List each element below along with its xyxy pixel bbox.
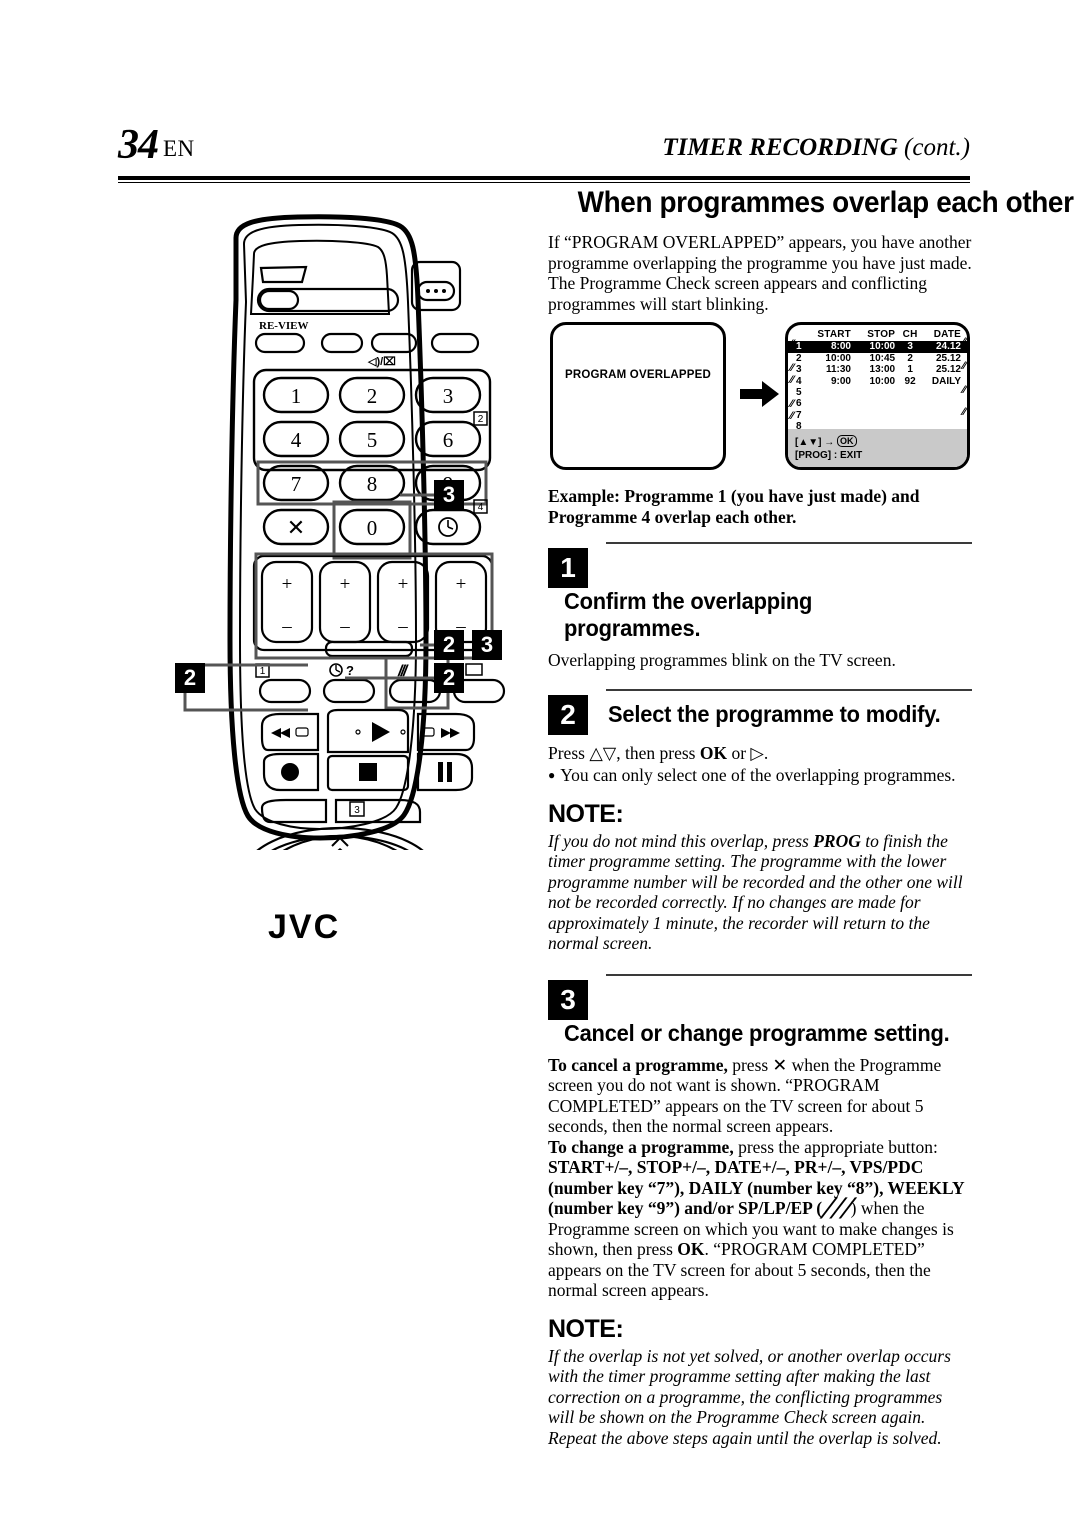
step-1-number: 1 — [548, 548, 588, 588]
content-column: When programmes overlap each other If “P… — [548, 186, 1074, 1449]
note-1-body: If you do not mind this overlap, press P… — [548, 830, 963, 954]
remote-prog-badge: 3 — [349, 801, 365, 817]
change-programme-lead: To change a programme, — [548, 1136, 734, 1157]
running-title: TIMER RECORDING (cont.) — [662, 134, 970, 161]
remote-key-2: 2 — [367, 384, 378, 408]
brand-logo: JVC — [268, 908, 341, 946]
record-icon — [281, 763, 299, 781]
remote-timer-help-label: ? — [329, 663, 354, 678]
svg-text:–: – — [339, 616, 350, 637]
tape-speed-icon: ╱╱╱ — [822, 1198, 852, 1218]
right-arrow-key-icon: ▷ — [750, 742, 764, 763]
header-rule-thin — [118, 182, 970, 183]
callout-2-dpad-right: 2 — [434, 663, 464, 693]
section-intro: If “PROGRAM OVERLAPPED” appears, you hav… — [548, 232, 972, 314]
remote-key-4: 4 — [291, 428, 302, 452]
running-title-cont: (cont.) — [904, 134, 970, 161]
svg-text:3: 3 — [354, 805, 360, 816]
stop-icon — [359, 763, 377, 781]
remote-review-label: RE-VIEW — [259, 320, 309, 332]
svg-text:1: 1 — [260, 666, 266, 677]
remote-key-0: 0 — [367, 516, 378, 540]
language-code: EN — [163, 136, 195, 161]
step-rule — [606, 688, 972, 691]
page-header: 34 EN TIMER RECORDING (cont.) — [118, 124, 970, 183]
overlapped-message: PROGRAM OVERLAPPED — [564, 369, 712, 381]
callout-3-numpad: 3 — [434, 480, 464, 510]
bullet-dot-icon: ● — [548, 768, 556, 782]
svg-text:+: + — [340, 574, 351, 595]
updown-arrows-icon: ▲▼ — [798, 437, 819, 448]
step-3-change-paragraph: To change a programme, press the appropr… — [548, 1136, 965, 1301]
step-2-title: Select the programme to modify. — [608, 701, 941, 727]
remote-key-3: 3 — [443, 384, 454, 408]
page-number: 34 EN — [118, 122, 195, 168]
step-1-title: Confirm the overlapping programmes. — [564, 588, 813, 641]
step-rule — [606, 542, 972, 544]
pause-icon — [438, 762, 443, 782]
svg-text:?: ? — [346, 663, 354, 678]
section-title: When programmes overlap each other — [577, 186, 1074, 219]
step-3-number: 3 — [548, 979, 588, 1020]
splpep-key-label: SP/LP/EP — [737, 1198, 812, 1218]
note-2-heading: NOTE: — [548, 1314, 624, 1343]
status-line-1: [▲▼] → OK — [795, 435, 967, 449]
tv-screen-diagram: PROGRAM OVERLAPPED START STOP CH DATE 1 … — [548, 322, 972, 474]
remote-key-1: 1 — [291, 384, 302, 408]
ok-key-label: OK — [677, 1239, 705, 1259]
step-2-number: 2 — [548, 694, 588, 735]
svg-text:2: 2 — [478, 414, 484, 425]
right-arrow-icon — [740, 380, 780, 408]
remote-key-8: 8 — [367, 472, 378, 496]
remote-key-5: 5 — [367, 428, 378, 452]
cancel-programme-lead: To cancel a programme, — [548, 1054, 728, 1075]
note-1-heading: NOTE: — [548, 799, 624, 828]
step-3-cancel-paragraph: To cancel a programme, press ✕ when the … — [548, 1054, 942, 1137]
step-2-bullet: ● You can only select one of the overlapp… — [548, 765, 956, 785]
manual-page: 34 EN TIMER RECORDING (cont.) RE-VIEW ◁)… — [0, 0, 1080, 1528]
svg-text:–: – — [397, 616, 408, 637]
tv-screen-overlapped: PROGRAM OVERLAPPED — [550, 322, 726, 470]
svg-text:4: 4 — [478, 502, 484, 513]
svg-text:+: + — [282, 574, 293, 595]
example-caption: Example: Programme 1 (you have just made… — [548, 486, 920, 527]
callout-2-prog: 2 — [434, 630, 464, 660]
step-1: 1 Confirm the overlapping programmes. Ov… — [548, 540, 972, 671]
step-2: 2 Select the programme to modify. Press … — [548, 687, 972, 786]
dpad-up-icon — [337, 848, 343, 850]
note-2-body: If the overlap is not yet solved, or ano… — [548, 1345, 951, 1448]
step-3-title: Cancel or change programme setting. — [564, 1019, 950, 1046]
remote-key-7: 7 — [291, 472, 302, 496]
svg-text:◁)/⌧: ◁)/⌧ — [367, 356, 396, 368]
remote-key-6: 6 — [443, 428, 454, 452]
step-rule — [606, 973, 972, 976]
svg-text:–: – — [281, 616, 292, 637]
callout-2-dpad-left: 2 — [175, 663, 205, 693]
step-1-text: Overlapping programmes blink on the TV s… — [548, 650, 896, 670]
updown-arrows-icon: △▽ — [589, 742, 617, 763]
note-2: NOTE: If the overlap is not yet solved, … — [548, 1315, 972, 1449]
svg-text:+: + — [456, 574, 467, 595]
step-2-text: Press △▽, then press OK or ▷. — [548, 742, 769, 763]
remote-key-cancel: ✕ — [287, 515, 305, 540]
header-rule-thick — [118, 176, 970, 180]
remote-control-illustration: RE-VIEW ◁)/⌧ 1 2 3 4 5 6 7 8 ✕ 0 2 4 + –… — [150, 210, 530, 946]
note-1: NOTE: If you do not mind this overlap, p… — [548, 800, 972, 954]
play-icon — [372, 722, 390, 742]
svg-text:///: /// — [397, 663, 409, 680]
tv-screen-programme-check: START STOP CH DATE 1 8:00 10:00 3 24.12 — [785, 322, 970, 470]
prog-key-label: PROG — [813, 830, 861, 851]
callout-3-prog: 3 — [472, 630, 502, 660]
ok-key-label: OK — [699, 742, 728, 763]
step-3: 3 Cancel or change programme setting. To… — [548, 972, 972, 1301]
tv-status-bar: [▲▼] → OK [PROG] : EXIT — [788, 429, 967, 467]
status-line-2: [PROG] : EXIT — [795, 450, 863, 461]
svg-text:+: + — [398, 574, 409, 595]
remote-key-timer — [438, 517, 458, 537]
ok-badge: OK — [837, 435, 857, 447]
